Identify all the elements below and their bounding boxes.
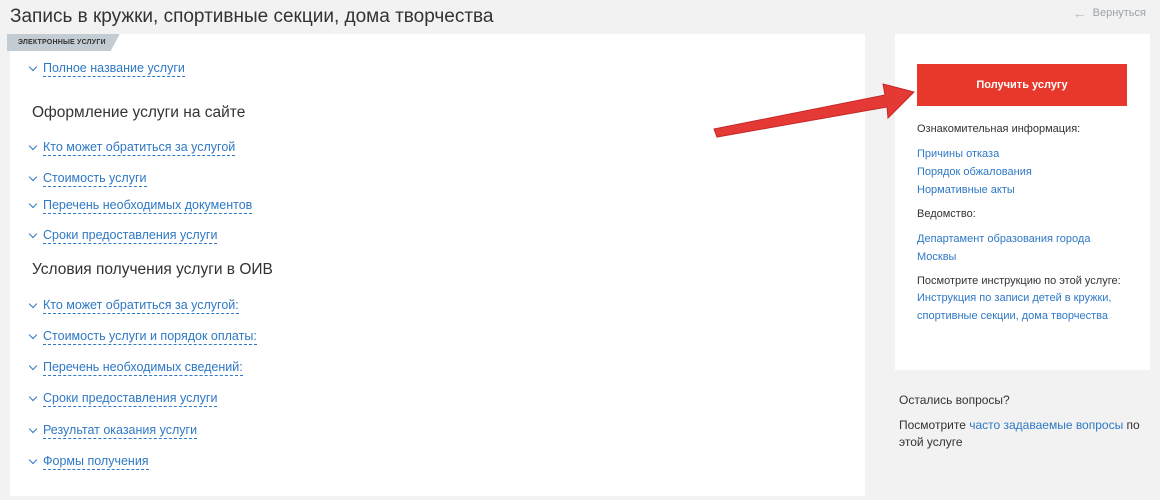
accordion-label: Результат оказания услуги (43, 423, 198, 439)
chevron-down-icon (28, 172, 38, 182)
accordion-label: Полное название услуги (43, 61, 185, 77)
department-label: Ведомство: (917, 208, 976, 220)
link-refusal-reasons[interactable]: Причины отказа (917, 145, 999, 163)
faq-block: Остались вопросы? Посмотрите часто задав… (899, 393, 1149, 451)
instruction-link[interactable]: Инструкция по записи детей в кружки, спо… (917, 289, 1111, 325)
page-title: Запись в кружки, спортивные секции, дома… (10, 6, 494, 27)
chevron-down-icon (28, 229, 38, 239)
faq-suffix-line: этой услуге (899, 435, 963, 449)
arrow-left-icon: ← (1072, 5, 1087, 21)
accordion-label: Сроки предоставления услуги (43, 391, 218, 407)
department-link-line: Москвы (917, 251, 957, 263)
sidebar-card: Получить услугу Ознакомительная информац… (895, 34, 1150, 370)
link-regulations[interactable]: Нормативные акты (917, 181, 1015, 199)
instruction-link-line: Инструкция по записи детей в кружки, (917, 292, 1112, 304)
chevron-down-icon (28, 299, 38, 309)
accordion-item[interactable]: Кто может обратиться за услугой (28, 140, 236, 156)
department-link[interactable]: Департамент образования города Москвы (917, 230, 1090, 266)
department-link-line: Департамент образования города (917, 233, 1091, 245)
instruction-link-line: спортивные секции, дома творчества (917, 310, 1109, 322)
accordion-item[interactable]: Перечень необходимых сведений: (28, 360, 243, 376)
accordion-full-name[interactable]: Полное название услуги (28, 61, 185, 77)
get-service-button[interactable]: Получить услугу (917, 64, 1127, 106)
chevron-down-icon (28, 455, 38, 465)
chevron-down-icon (28, 199, 38, 209)
accordion-item[interactable]: Перечень необходимых документов (28, 198, 253, 214)
instruction-label: Посмотрите инструкцию по этой услуге: (917, 275, 1121, 287)
accordion-label: Стоимость услуги (43, 171, 147, 187)
accordion-label: Кто может обратиться за услугой: (43, 298, 239, 314)
back-link[interactable]: ← Вернуться (1073, 5, 1146, 21)
section-title-oiv: Условия получения услуги в ОИВ (32, 261, 273, 278)
info-label: Ознакомительная информация: (917, 123, 1081, 135)
accordion-item[interactable]: Сроки предоставления услуги (28, 391, 218, 407)
section-title-online: Оформление услуги на сайте (32, 104, 246, 121)
accordion-label: Стоимость услуги и порядок оплаты: (43, 329, 257, 345)
accordion-item[interactable]: Сроки предоставления услуги (28, 228, 218, 244)
accordion-label: Перечень необходимых сведений: (43, 360, 243, 376)
faq-suffix: по (1123, 418, 1140, 432)
faq-prefix: Посмотрите (899, 418, 970, 432)
accordion-item[interactable]: Стоимость услуги (28, 171, 147, 187)
accordion-item[interactable]: Результат оказания услуги (28, 423, 198, 439)
faq-text: Посмотрите часто задаваемые вопросы по э… (899, 417, 1149, 451)
accordion-item[interactable]: Кто может обратиться за услугой: (28, 298, 239, 314)
faq-link[interactable]: часто задаваемые вопросы (969, 418, 1123, 432)
service-details-card: ЭЛЕКТРОННЫЕ УСЛУГИ Полное название услуг… (7, 34, 865, 496)
accordion-label: Перечень необходимых документов (43, 198, 253, 214)
accordion-label: Кто может обратиться за услугой (43, 140, 236, 156)
link-appeal-procedure[interactable]: Порядок обжалования (917, 163, 1032, 181)
chevron-down-icon (28, 424, 38, 434)
chevron-down-icon (28, 141, 38, 151)
chevron-down-icon (28, 62, 38, 72)
chevron-down-icon (28, 392, 38, 402)
chevron-down-icon (28, 330, 38, 340)
accordion-item[interactable]: Формы получения (28, 454, 149, 470)
chevron-down-icon (28, 361, 38, 371)
back-label: Вернуться (1092, 7, 1146, 19)
accordion-label: Сроки предоставления услуги (43, 228, 218, 244)
category-badge: ЭЛЕКТРОННЫЕ УСЛУГИ (7, 34, 120, 51)
accordion-item[interactable]: Стоимость услуги и порядок оплаты: (28, 329, 257, 345)
faq-title: Остались вопросы? (899, 393, 1010, 407)
accordion-label: Формы получения (43, 454, 149, 470)
